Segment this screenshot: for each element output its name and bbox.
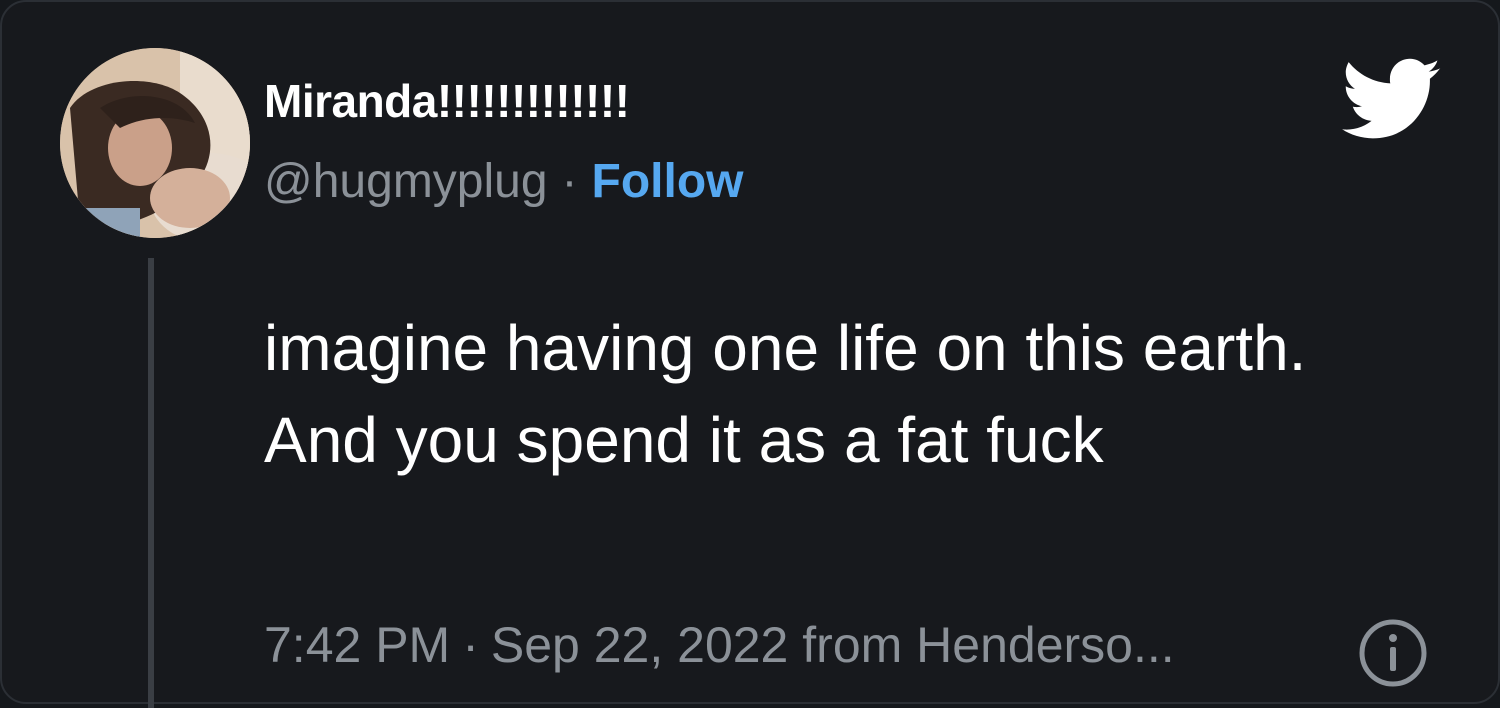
tweet-time[interactable]: 7:42 PM: [264, 617, 450, 673]
follow-button[interactable]: Follow: [592, 155, 744, 208]
handle-row: @hugmyplug · Follow: [264, 154, 744, 209]
tweet-source: from Henderso...: [802, 617, 1175, 673]
info-icon[interactable]: [1358, 618, 1428, 688]
avatar[interactable]: [60, 48, 250, 238]
user-handle[interactable]: @hugmyplug: [264, 155, 548, 208]
avatar-photo-icon: [60, 48, 250, 238]
handle-separator: ·: [561, 155, 578, 208]
twitter-bird-icon[interactable]: [1342, 58, 1442, 142]
tweet-meta: 7:42 PM · Sep 22, 2022 from Henderso...: [264, 616, 1175, 674]
display-name[interactable]: Miranda!!!!!!!!!!!!!: [264, 74, 630, 128]
tweet-card: Miranda!!!!!!!!!!!!! @hugmyplug · Follow i…: [0, 0, 1500, 708]
tweet-date[interactable]: Sep 22, 2022: [491, 617, 789, 673]
thread-line: [148, 258, 154, 708]
tweet-text: imagine having one life on this earth. A…: [264, 312, 1307, 476]
meta-separator: ·: [462, 617, 479, 673]
